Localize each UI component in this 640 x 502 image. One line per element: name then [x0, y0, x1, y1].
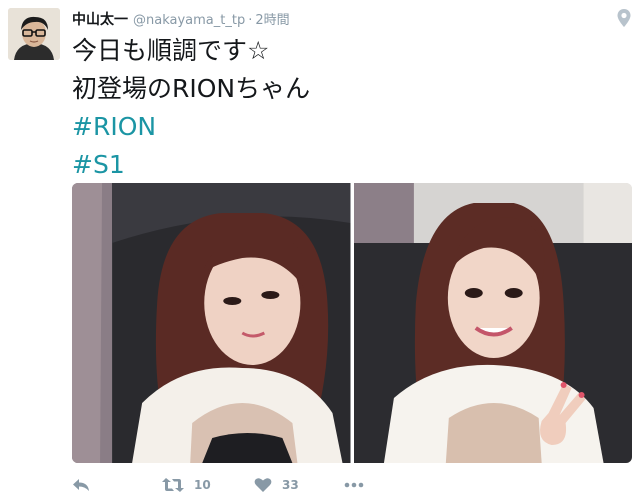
reply-button[interactable] [72, 472, 100, 498]
photo-1[interactable] [72, 183, 351, 463]
tweet-header: 中山太一 @nakayama_t_tp · 2時間 [72, 9, 290, 29]
tweet-line-1: 今日も順調です☆ [72, 36, 270, 65]
tweet-actions: 10 33 [72, 472, 374, 498]
tweet-line-2: 初登場のRIONちゃん [72, 74, 311, 103]
user-name[interactable]: 中山太一 [72, 9, 128, 29]
separator-dot: · [248, 13, 253, 28]
avatar[interactable] [8, 8, 60, 60]
hashtag-s1[interactable]: #S1 [72, 146, 632, 184]
hashtag-rion[interactable]: #RION [72, 108, 632, 146]
user-handle[interactable]: @nakayama_t_tp [133, 13, 245, 28]
media-grid [72, 183, 632, 463]
reply-icon [73, 479, 89, 491]
tweet-text: 今日も順調です☆ 初登場のRIONちゃん #RION #S1 [72, 32, 632, 184]
retweet-icon [162, 478, 184, 492]
retweet-button[interactable]: 10 [162, 472, 224, 498]
like-button[interactable]: 33 [254, 472, 314, 498]
location-pin-icon[interactable] [616, 8, 632, 28]
tweet-card: 中山太一 @nakayama_t_tp · 2時間 今日も順調です☆ 初登場のR… [0, 0, 640, 502]
retweet-count: 10 [194, 478, 211, 492]
more-icon [344, 482, 364, 488]
more-button[interactable] [344, 472, 374, 498]
timestamp[interactable]: 2時間 [255, 9, 289, 28]
heart-icon [254, 478, 272, 492]
like-count: 33 [282, 478, 299, 492]
photo-2[interactable] [353, 183, 632, 463]
